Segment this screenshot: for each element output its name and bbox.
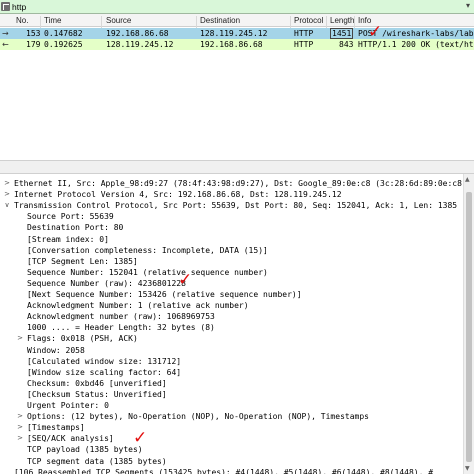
detail-tree-text: Internet Protocol Version 4, Src: 192.16… bbox=[14, 190, 342, 200]
detail-tree-row[interactable]: TCP segment data (1385 bytes) bbox=[0, 456, 462, 467]
detail-tree-text: Flags: 0x018 (PSH, ACK) bbox=[27, 334, 138, 344]
detail-tree-text: [TCP Segment Len: 1385] bbox=[27, 256, 138, 266]
detail-tree-row[interactable]: Source Port: 55639 bbox=[0, 211, 462, 222]
detail-tree-row[interactable]: 1000 .... = Header Length: 32 bytes (8) bbox=[0, 322, 462, 333]
detail-tree-text: TCP payload (1385 bytes) bbox=[27, 445, 143, 455]
packet-source: 192.168.86.68 bbox=[106, 29, 169, 38]
detail-tree-row[interactable]: [Window size scaling factor: 64] bbox=[0, 367, 462, 378]
pane-splitter[interactable] bbox=[0, 160, 474, 174]
detail-tree-text: [Checksum Status: Unverified] bbox=[27, 389, 167, 399]
detail-tree-text: [Conversation completeness: Incomplete, … bbox=[27, 245, 268, 255]
expand-arrow-icon[interactable]: > bbox=[3, 178, 11, 189]
detail-tree-row[interactable]: TCP payload (1385 bytes) bbox=[0, 444, 462, 455]
detail-tree-row[interactable]: Checksum: 0xbd46 [unverified] bbox=[0, 378, 462, 389]
packet-destination: 128.119.245.12 bbox=[200, 29, 268, 38]
detail-tree-row[interactable]: [TCP Segment Len: 1385] bbox=[0, 256, 462, 267]
column-header-length[interactable]: Length bbox=[330, 16, 354, 25]
detail-tree-text: [106 Reassembled TCP Segments (153425 by… bbox=[14, 467, 434, 474]
column-header-source[interactable]: Source bbox=[106, 16, 131, 25]
detail-tree-row[interactable]: > Options: (12 bytes), No-Operation (NOP)… bbox=[0, 411, 462, 422]
scroll-up-icon[interactable]: ▲ bbox=[465, 176, 470, 183]
detail-tree-text: [Calculated window size: 131712] bbox=[27, 356, 182, 366]
detail-tree-row[interactable]: [Conversation completeness: Incomplete, … bbox=[0, 245, 462, 256]
detail-tree-row[interactable]: Sequence Number (raw): 4236801228 bbox=[0, 278, 462, 289]
packet-source: 128.119.245.12 bbox=[106, 40, 174, 49]
detail-tree-row[interactable]: Window: 2058 bbox=[0, 345, 462, 356]
detail-tree-row[interactable]: [Checksum Status: Unverified] bbox=[0, 389, 462, 400]
detail-tree-row[interactable]: > Ethernet II, Src: Apple_98:d9:27 (78:4f… bbox=[0, 178, 462, 189]
detail-tree-row[interactable]: [Stream index: 0] bbox=[0, 234, 462, 245]
detail-tree-text: Acknowledgment number (raw): 1068969753 bbox=[27, 312, 215, 322]
request-arrow-icon: → bbox=[2, 29, 9, 38]
packet-details-pane: > Ethernet II, Src: Apple_98:d9:27 (78:4f… bbox=[0, 174, 462, 474]
column-header-destination[interactable]: Destination bbox=[200, 16, 240, 25]
detail-tree-row[interactable]: > [Timestamps] bbox=[0, 422, 462, 433]
detail-tree-text: Ethernet II, Src: Apple_98:d9:27 (78:4f:… bbox=[14, 179, 462, 188]
packet-list-header: No. Time Source Destination Protocol Len… bbox=[0, 14, 474, 28]
detail-tree-text: Window: 2058 bbox=[27, 345, 85, 355]
display-filter-input[interactable] bbox=[12, 1, 452, 12]
column-header-protocol[interactable]: Protocol bbox=[294, 16, 323, 25]
packet-protocol: HTTP bbox=[294, 40, 314, 49]
expand-arrow-icon[interactable]: > bbox=[16, 411, 24, 422]
packet-no: 153 bbox=[26, 29, 41, 38]
detail-tree-text: TCP segment data (1385 bytes) bbox=[27, 456, 167, 466]
detail-tree-row[interactable]: Destination Port: 80 bbox=[0, 222, 462, 233]
detail-tree-text: [Next Sequence Number: 153426 (relative … bbox=[27, 290, 302, 299]
expand-arrow-icon[interactable]: > bbox=[16, 422, 24, 433]
details-scrollbar[interactable]: ▲ ▼ bbox=[463, 174, 474, 474]
detail-tree-row[interactable]: ∨ Transmission Control Protocol, Src Port… bbox=[0, 200, 462, 211]
detail-tree-row[interactable]: Urgent Pointer: 0 bbox=[0, 400, 462, 411]
scroll-down-icon[interactable]: ▼ bbox=[465, 465, 470, 472]
detail-tree-text: Acknowledgment Number: 1 (relative ack n… bbox=[27, 301, 249, 311]
detail-tree-row[interactable]: > Internet Protocol Version 4, Src: 192.1… bbox=[0, 189, 462, 200]
detail-tree-row[interactable]: Sequence Number: 152041 (relative sequen… bbox=[0, 267, 462, 278]
detail-tree-text: Destination Port: 80 bbox=[27, 223, 124, 233]
response-arrow-icon: ← bbox=[2, 40, 9, 49]
detail-tree-row[interactable]: [Next Sequence Number: 153426 (relative … bbox=[0, 289, 462, 300]
detail-tree-text: [Window size scaling factor: 64] bbox=[27, 367, 182, 377]
packet-row[interactable]: ← 179 0.192625 128.119.245.12 192.168.86… bbox=[0, 39, 474, 50]
detail-tree-row[interactable]: [106 Reassembled TCP Segments (153425 by… bbox=[0, 467, 462, 474]
detail-tree-text: Transmission Control Protocol, Src Port:… bbox=[14, 201, 458, 211]
detail-tree-text: [SEQ/ACK analysis] bbox=[27, 434, 114, 444]
packet-length: 843 bbox=[339, 40, 354, 49]
detail-tree-text: Source Port: 55639 bbox=[27, 212, 114, 222]
packet-no: 179 bbox=[26, 40, 41, 49]
detail-tree-text: [Stream index: 0] bbox=[27, 234, 109, 244]
red-checkmark-icon: ✓ bbox=[133, 428, 148, 448]
packet-row-selected[interactable]: → 153 0.147682 192.168.86.68 128.119.245… bbox=[0, 28, 474, 39]
detail-tree-text: Options: (12 bytes), No-Operation (NOP),… bbox=[27, 412, 369, 422]
expand-arrow-icon[interactable]: > bbox=[16, 333, 24, 344]
detail-tree-text: Sequence Number: 152041 (relative sequen… bbox=[27, 267, 268, 277]
detail-tree-text: Urgent Pointer: 0 bbox=[27, 401, 109, 410]
packet-protocol: HTTP bbox=[294, 29, 314, 38]
detail-tree-text: Sequence Number (raw): 4236801228 bbox=[27, 278, 186, 288]
display-filter-bar: ▾ bbox=[0, 0, 474, 14]
red-checkmark-icon: ✓ bbox=[178, 270, 193, 290]
bookmark-filter-icon[interactable] bbox=[1, 2, 10, 11]
packet-time: 0.147682 bbox=[44, 29, 83, 38]
detail-tree-text: 1000 .... = Header Length: 32 bytes (8) bbox=[27, 323, 215, 333]
expand-arrow-icon[interactable]: > bbox=[3, 189, 11, 200]
column-header-time[interactable]: Time bbox=[44, 16, 61, 25]
packet-time: 0.192625 bbox=[44, 40, 83, 49]
detail-tree-text: [Timestamps] bbox=[27, 423, 85, 433]
dropdown-arrow-icon[interactable]: ▾ bbox=[466, 1, 470, 10]
detail-tree-row[interactable]: Acknowledgment number (raw): 1068969753 bbox=[0, 311, 462, 322]
detail-tree-row[interactable]: > [SEQ/ACK analysis] bbox=[0, 433, 462, 444]
expand-arrow-icon[interactable]: > bbox=[16, 433, 24, 444]
collapse-arrow-icon[interactable]: ∨ bbox=[3, 200, 11, 211]
column-header-no[interactable]: No. bbox=[16, 16, 28, 25]
detail-tree-row[interactable]: Acknowledgment Number: 1 (relative ack n… bbox=[0, 300, 462, 311]
detail-tree-row[interactable]: > Flags: 0x018 (PSH, ACK) bbox=[0, 333, 462, 344]
packet-list-empty-area bbox=[0, 50, 474, 158]
detail-tree-row[interactable]: [Calculated window size: 131712] bbox=[0, 356, 462, 367]
detail-tree-text: Checksum: 0xbd46 [unverified] bbox=[27, 378, 167, 388]
packet-destination: 192.168.86.68 bbox=[200, 40, 263, 49]
red-checkmark-icon: ✓ bbox=[368, 22, 383, 42]
scrollbar-thumb[interactable] bbox=[466, 192, 472, 462]
packet-length: 1451 bbox=[330, 28, 354, 39]
